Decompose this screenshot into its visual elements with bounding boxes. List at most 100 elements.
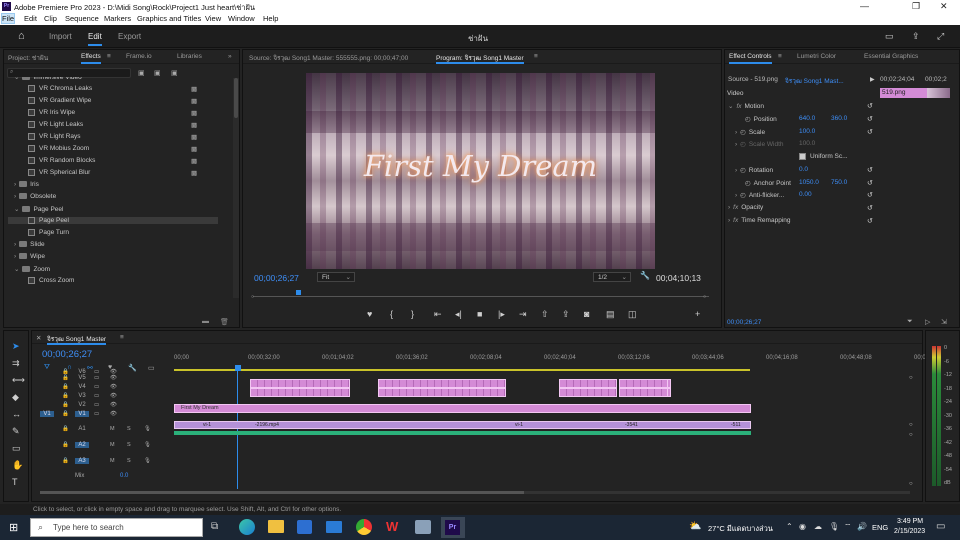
mic-icon[interactable]: 🎙: [144, 458, 151, 464]
sync-icon[interactable]: ▭: [94, 375, 99, 381]
effect-item[interactable]: VR Random Blocks ▩: [28, 157, 197, 165]
program-menu-icon[interactable]: ≡: [534, 53, 538, 60]
sync-icon[interactable]: ▭: [94, 402, 99, 408]
tab-libraries[interactable]: Libraries: [177, 53, 202, 60]
close-icon[interactable]: ✕: [940, 1, 948, 12]
pen-tool-icon[interactable]: ✎: [12, 426, 20, 437]
home-icon[interactable]: ⌂: [18, 30, 25, 42]
export-icon[interactable]: ⇲: [941, 318, 947, 326]
track-label[interactable]: V5: [75, 375, 89, 381]
title-clip[interactable]: First My Dream: [174, 404, 751, 413]
lock-icon[interactable]: 🔒: [62, 458, 69, 464]
mic-icon[interactable]: 🎙: [144, 426, 151, 432]
v1-clips[interactable]: vi-1 -2196.mp4 vi-1 -3541 -511: [174, 421, 751, 429]
stopwatch-icon[interactable]: ◴: [740, 129, 746, 136]
chevron-down-icon[interactable]: ⌄: [14, 77, 19, 81]
add-button-icon[interactable]: +: [695, 309, 700, 319]
workspaces-icon[interactable]: ▭: [885, 31, 894, 42]
play-audio-icon[interactable]: ▷: [925, 318, 930, 326]
menu-view[interactable]: View: [205, 14, 221, 23]
effect-folder[interactable]: › Iris: [14, 181, 39, 188]
eye-icon[interactable]: 👁: [110, 402, 117, 408]
stopwatch-icon[interactable]: ◴: [745, 180, 751, 187]
reset-parameter-icon[interactable]: ↺: [867, 204, 873, 212]
solo-icon[interactable]: S: [127, 442, 131, 448]
fit-select[interactable]: Fit ⌄: [317, 272, 355, 282]
tab-project[interactable]: Project: ช่าฝัน: [8, 53, 48, 63]
position-y-value[interactable]: 360.0: [831, 115, 847, 122]
menu-markers[interactable]: Markers: [104, 14, 131, 23]
lock-icon[interactable]: 🔒: [62, 384, 69, 390]
taskbar-search-input[interactable]: ⌕ Type here to search: [30, 518, 203, 537]
tab-import[interactable]: Import: [49, 32, 72, 41]
menu-window[interactable]: Window: [228, 14, 255, 23]
extract-icon[interactable]: ⇪: [562, 309, 570, 320]
track-label[interactable]: V4: [75, 384, 89, 390]
track-label[interactable]: V2: [75, 402, 89, 408]
maximize-icon[interactable]: ❐: [912, 1, 920, 12]
chevron-right-icon[interactable]: ›: [14, 241, 16, 248]
microphone-icon[interactable]: 🎙: [829, 522, 839, 531]
effect-folder[interactable]: › Wipe: [14, 253, 45, 260]
track-label[interactable]: A2: [75, 442, 89, 448]
lock-icon[interactable]: 🔒: [62, 402, 69, 408]
app-icon[interactable]: [415, 520, 431, 534]
go-to-out-icon[interactable]: ⇥: [519, 309, 527, 320]
scale-value[interactable]: 100.0: [799, 128, 815, 135]
menu-edit[interactable]: Edit: [24, 14, 37, 23]
effect-item[interactable]: VR Light Rays ▩: [28, 133, 197, 141]
stopwatch-icon[interactable]: ◴: [740, 167, 746, 174]
add-marker-icon[interactable]: ♥: [367, 309, 372, 319]
store-icon[interactable]: [297, 520, 312, 534]
graphic-clip[interactable]: [378, 379, 506, 388]
yuv-effects-icon[interactable]: ▣: [171, 69, 178, 77]
menu-graphics-and-titles[interactable]: Graphics and Titles: [137, 14, 201, 23]
tab-essential-graphics[interactable]: Essential Graphics: [864, 53, 918, 60]
uniform-scale-checkbox[interactable]: [799, 153, 806, 160]
menu-clip[interactable]: Clip: [44, 14, 57, 23]
task-view-icon[interactable]: ⧉: [211, 521, 218, 532]
mute-icon[interactable]: M: [110, 426, 115, 432]
go-to-in-icon[interactable]: ⇤: [434, 309, 442, 320]
tab-lumetri-color[interactable]: Lumetri Color: [797, 53, 836, 60]
eye-icon[interactable]: 👁: [110, 411, 117, 417]
trash-icon[interactable]: 🗑: [220, 318, 229, 326]
weather-icon[interactable]: ⛅: [689, 521, 701, 532]
volume-icon[interactable]: 🔊: [857, 522, 867, 531]
type-tool-icon[interactable]: T: [12, 477, 18, 487]
effect-controls-menu-icon[interactable]: ≡: [778, 53, 782, 60]
reset-parameter-icon[interactable]: ↺: [867, 166, 873, 174]
lock-icon[interactable]: 🔒: [62, 393, 69, 399]
reset-parameter-icon[interactable]: ↺: [867, 102, 873, 110]
selection-tool-icon[interactable]: ➤: [12, 341, 20, 352]
menu-help[interactable]: Help: [263, 14, 278, 23]
comparison-view-icon[interactable]: ▤: [606, 309, 615, 320]
chevron-down-icon[interactable]: ⌄: [14, 206, 19, 213]
cloud-icon[interactable]: ☁: [814, 522, 822, 531]
menu-file[interactable]: File: [0, 13, 16, 24]
sync-icon[interactable]: ▭: [94, 384, 99, 390]
lift-icon[interactable]: ⇧: [541, 309, 549, 320]
track-select-tool-icon[interactable]: ⇉: [12, 358, 20, 369]
ripple-edit-tool-icon[interactable]: ⟷: [12, 375, 25, 386]
source-patch-v1[interactable]: V1: [40, 411, 54, 417]
weather-text[interactable]: 27°C มีแดดบางส่วน: [708, 523, 773, 535]
effect-folder[interactable]: ⌄ Zoom: [14, 265, 50, 273]
sync-icon[interactable]: ▭: [94, 411, 99, 417]
effect-item[interactable]: VR Light Leaks ▩: [28, 121, 197, 129]
chevron-right-icon[interactable]: ›: [14, 181, 16, 188]
lock-icon[interactable]: 🔒: [62, 375, 69, 381]
rectangle-tool-icon[interactable]: ▭: [12, 443, 21, 454]
minimize-icon[interactable]: —: [860, 1, 869, 11]
stopwatch-icon[interactable]: ◴: [740, 192, 746, 199]
panel-overflow-icon[interactable]: »: [228, 53, 232, 60]
a1-audio-clip[interactable]: [174, 431, 751, 435]
fullscreen-icon[interactable]: ⤢: [937, 31, 944, 42]
track-label[interactable]: A1: [75, 426, 89, 432]
razor-tool-icon[interactable]: ◆: [12, 392, 19, 403]
filter-icon[interactable]: ⏷: [907, 318, 913, 326]
language-indicator[interactable]: ENG: [872, 523, 888, 532]
tab-source-monitor[interactable]: Source: จิรวุฒ Song1 Master: 555555.png:…: [249, 53, 408, 63]
tab-export[interactable]: Export: [118, 32, 141, 41]
rotation-value[interactable]: 0.0: [799, 166, 808, 173]
